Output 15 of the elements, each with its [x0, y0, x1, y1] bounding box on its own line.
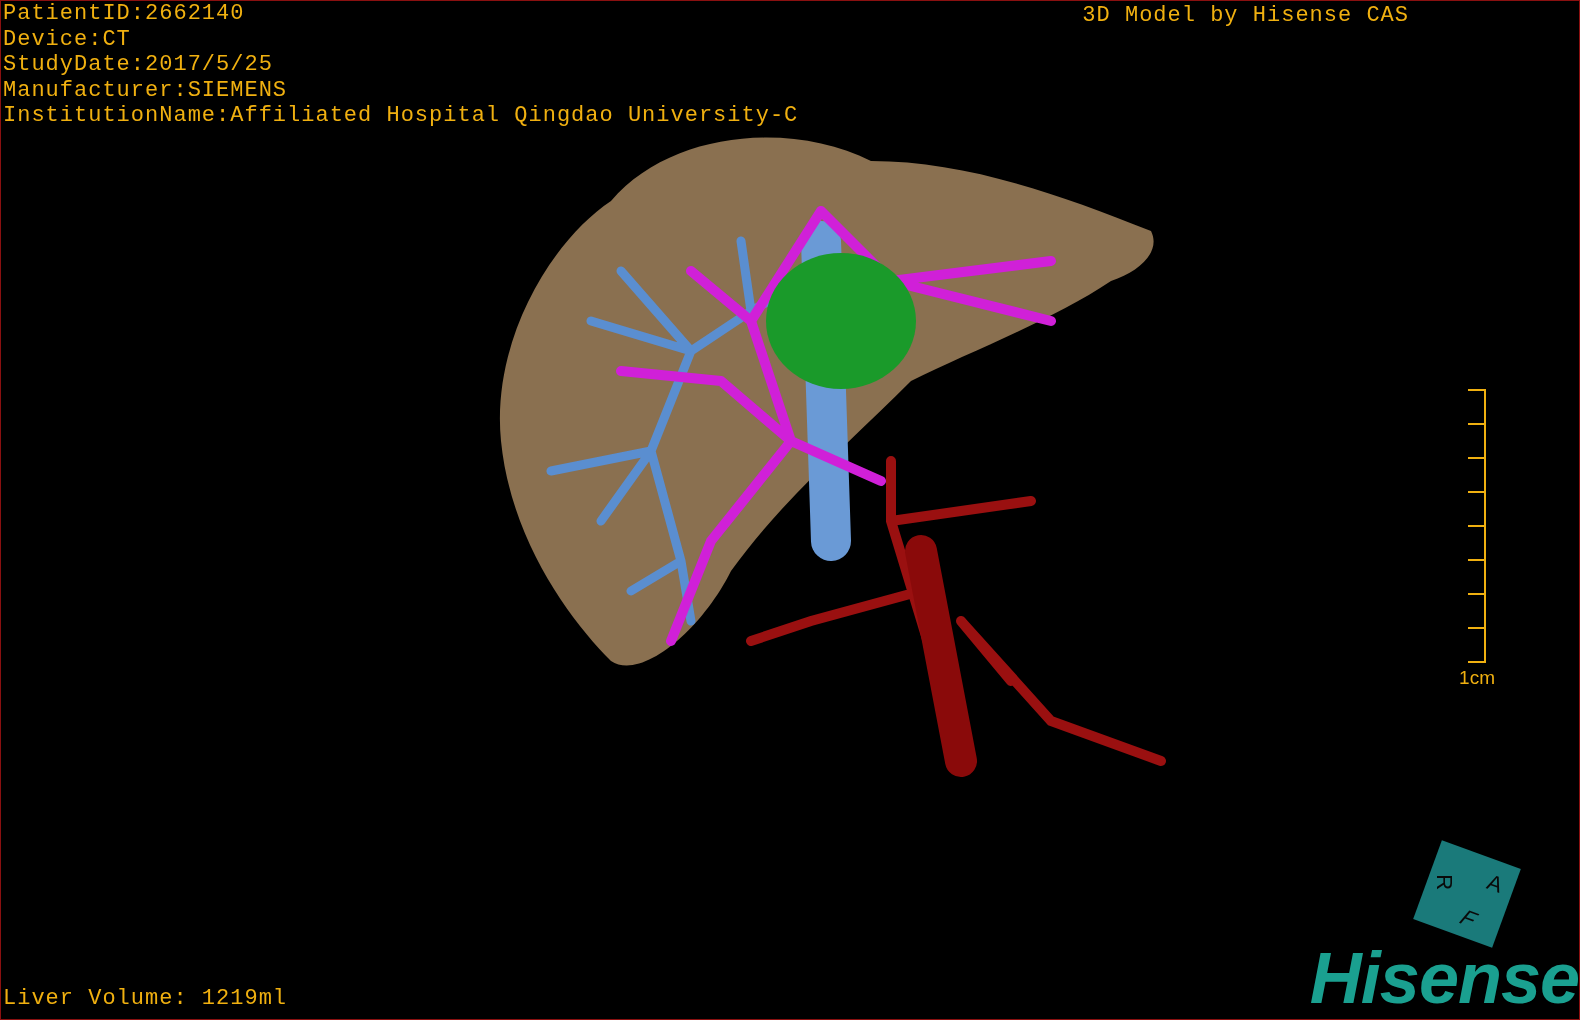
study-info-text: Device:CT	[3, 26, 132, 52]
brand-logo: Hisense	[1309, 946, 1579, 1011]
scale-bar-icon	[1468, 389, 1487, 663]
study-info-text: StudyDate:2017/5/25	[3, 52, 274, 78]
liver-volume-text: Liver Volume: 1219ml	[3, 986, 288, 1011]
scale-bar-label: 1cm	[1459, 667, 1495, 689]
orientation-cube[interactable]: A R F	[1413, 840, 1521, 949]
study-info-text: InstitutionName:Affiliated Hospital Qingdao University-C	[3, 103, 799, 129]
cube-face-label: F	[1454, 907, 1482, 931]
study-info-text: PatientID:2662140	[3, 1, 246, 27]
viewer-title: 3D Model by Hisense CAS	[1082, 3, 1409, 30]
cube-face-label: A	[1484, 871, 1506, 897]
cube-face-label: R	[1432, 874, 1455, 891]
study-info-text: Manufacturer:SIEMENS	[3, 77, 289, 103]
viewport[interactable]: PatientID:2662140 Device:CT StudyDate:2017/5/25 Manufacturer:SIEMENS InstitutionName:Affiliated Hospital Qingdao University-C 3D Model by Hisense CAS 1cm Liver Volume: 1219ml A R F Hisense	[0, 0, 1580, 1020]
